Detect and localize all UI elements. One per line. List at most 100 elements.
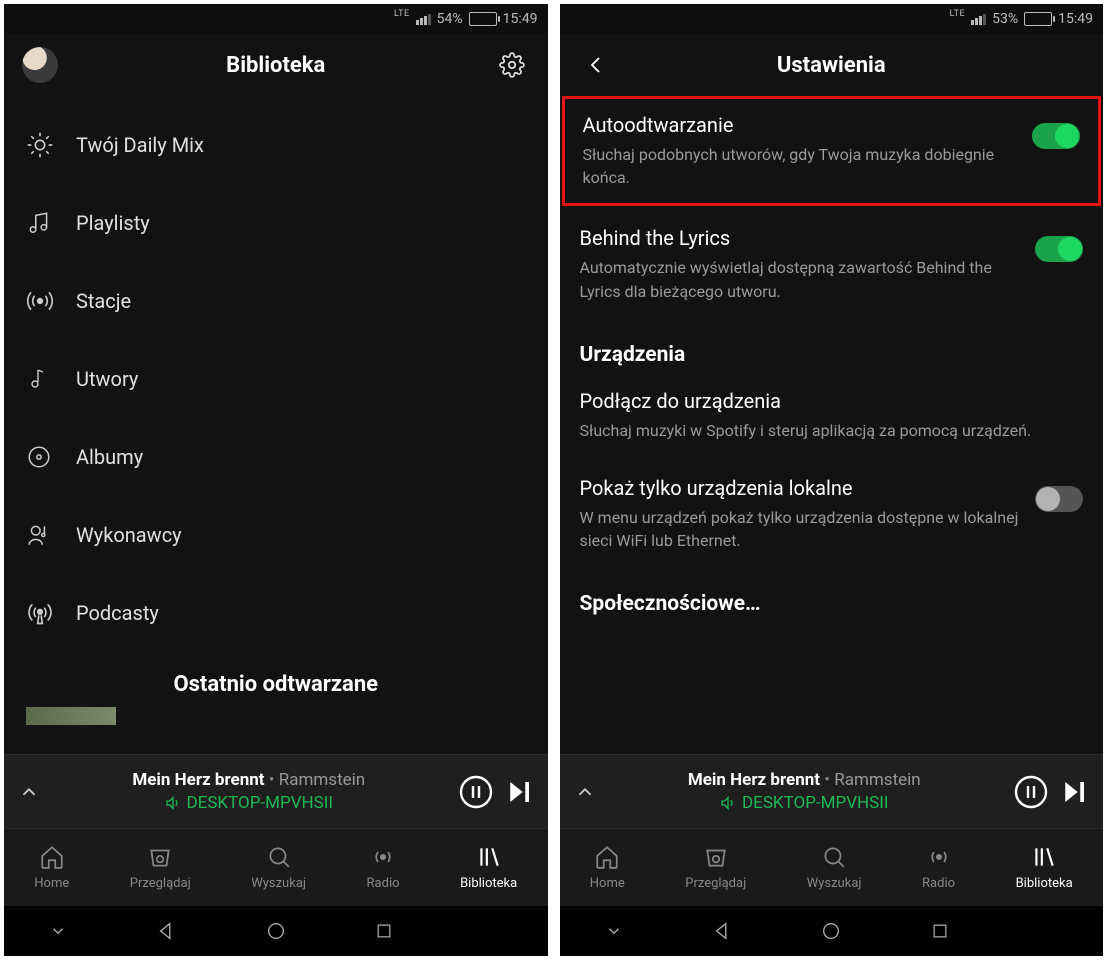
highlight-autoplay: Autoodtwarzanie Słuchaj podobnych utworó…	[562, 96, 1102, 206]
settings-header: Ustawienia	[560, 34, 1104, 96]
nav-label: Przeglądaj	[130, 876, 191, 891]
sys-home-button[interactable]	[251, 920, 301, 942]
nav-browse[interactable]: Przeglądaj	[685, 844, 746, 891]
browse-icon	[703, 844, 729, 870]
sys-recent-button[interactable]	[915, 921, 965, 941]
chevron-left-icon	[584, 53, 608, 77]
nav-label: Radio	[922, 876, 955, 891]
pause-button[interactable]	[1013, 774, 1049, 810]
sys-menu-button[interactable]	[33, 922, 83, 940]
back-button[interactable]	[578, 53, 614, 77]
setting-local-only[interactable]: Pokaż tylko urządzenia lokalne W menu ur…	[580, 460, 1084, 570]
lte-label: LTE	[950, 9, 966, 19]
sys-home-button[interactable]	[806, 920, 856, 942]
status-bar: LTE 54% 15:49	[4, 4, 548, 34]
nav-search[interactable]: Wyszukaj	[807, 844, 862, 891]
library-item-label: Albumy	[76, 445, 143, 469]
library-icon	[1031, 844, 1057, 870]
nav-library[interactable]: Biblioteka	[460, 844, 517, 891]
battery-icon	[1024, 12, 1052, 26]
nav-radio[interactable]: Radio	[922, 844, 955, 891]
now-playing-artist: Rammstein	[279, 770, 365, 790]
now-playing-info: Mein Herz brennt • Rammstein DESKTOP-MPV…	[606, 769, 1004, 815]
setting-connect-device[interactable]: Podłącz do urządzenia Słuchaj muzyki w S…	[580, 373, 1084, 460]
battery-pct: 53%	[992, 11, 1018, 27]
library-item-albums[interactable]: Albumy	[4, 418, 548, 496]
radio-icon	[370, 844, 396, 870]
now-playing-info: Mein Herz brennt • Rammstein DESKTOP-MPV…	[50, 769, 448, 815]
phone-library: LTE 54% 15:49 Biblioteka Twój Daily Mix …	[4, 4, 548, 956]
pause-button[interactable]	[458, 774, 494, 810]
library-item-label: Stacje	[76, 289, 131, 313]
next-track-button[interactable]	[504, 777, 534, 807]
browse-icon	[147, 844, 173, 870]
library-item-podcasts[interactable]: Podcasty	[4, 574, 548, 652]
status-time: 15:49	[1058, 11, 1093, 27]
library-item-daily-mix[interactable]: Twój Daily Mix	[4, 106, 548, 184]
battery-pct: 54%	[437, 11, 463, 27]
sys-back-button[interactable]	[698, 920, 748, 942]
signal-icon	[971, 14, 986, 25]
separator: •	[824, 770, 830, 790]
nav-label: Wyszukaj	[807, 876, 862, 891]
library-item-label: Wykonawcy	[76, 523, 182, 547]
library-item-label: Playlisty	[76, 211, 150, 235]
library-item-songs[interactable]: Utwory	[4, 340, 548, 418]
settings-button[interactable]	[494, 52, 530, 78]
recent-thumbnail[interactable]	[26, 707, 116, 725]
chevron-up-icon[interactable]	[574, 781, 596, 803]
library-item-label: Twój Daily Mix	[76, 133, 204, 157]
setting-title: Autoodtwarzanie	[583, 113, 1023, 137]
nav-browse[interactable]: Przeglądaj	[130, 844, 191, 891]
setting-desc: W menu urządzeń pokaż tylko urządzenia d…	[580, 506, 1026, 552]
next-track-button[interactable]	[1059, 777, 1089, 807]
library-item-stations[interactable]: Stacje	[4, 262, 548, 340]
status-time: 15:49	[503, 11, 538, 27]
nav-search[interactable]: Wyszukaj	[251, 844, 306, 891]
speaker-icon	[165, 795, 181, 811]
toggle-behind-lyrics[interactable]	[1035, 236, 1083, 262]
library-list: Twój Daily Mix Playlisty Stacje Utwory A…	[4, 96, 548, 652]
podcast-icon	[26, 599, 76, 627]
sys-recent-button[interactable]	[359, 921, 409, 941]
settings-list: Autoodtwarzanie Słuchaj podobnych utworó…	[560, 96, 1104, 754]
now-playing-device: DESKTOP-MPVHSII	[742, 792, 888, 815]
now-playing-bar[interactable]: Mein Herz brennt • Rammstein DESKTOP-MPV…	[560, 754, 1104, 828]
lte-label: LTE	[394, 9, 410, 19]
artist-icon	[26, 522, 76, 548]
sys-menu-button[interactable]	[589, 922, 639, 940]
library-item-artists[interactable]: Wykonawcy	[4, 496, 548, 574]
now-playing-song: Mein Herz brennt	[132, 770, 264, 790]
nav-home[interactable]: Home	[590, 844, 625, 891]
signal-icon	[416, 14, 431, 25]
speaker-icon	[720, 795, 736, 811]
library-item-playlists[interactable]: Playlisty	[4, 184, 548, 262]
page-title: Ustawienia	[614, 53, 1050, 78]
sys-back-button[interactable]	[142, 920, 192, 942]
avatar[interactable]	[22, 47, 58, 83]
radio-icon	[926, 844, 952, 870]
home-icon	[594, 844, 620, 870]
setting-behind-lyrics[interactable]: Behind the Lyrics Automatycznie wyświetl…	[580, 210, 1084, 320]
status-bar: LTE 53% 15:49	[560, 4, 1104, 34]
nav-home[interactable]: Home	[34, 844, 69, 891]
nav-label: Przeglądaj	[685, 876, 746, 891]
setting-autoplay[interactable]: Autoodtwarzanie Słuchaj podobnych utworó…	[583, 113, 1081, 189]
library-item-label: Podcasty	[76, 601, 159, 625]
setting-title: Podłącz do urządzenia	[580, 389, 1084, 413]
toggle-autoplay[interactable]	[1032, 123, 1080, 149]
section-social: Społecznościowe…	[580, 570, 1084, 622]
now-playing-bar[interactable]: Mein Herz brennt • Rammstein DESKTOP-MPV…	[4, 754, 548, 828]
disc-icon	[26, 444, 76, 470]
search-icon	[266, 844, 292, 870]
setting-title: Pokaż tylko urządzenia lokalne	[580, 476, 1026, 500]
phone-settings: LTE 53% 15:49 Ustawienia Autoodtwarzanie…	[560, 4, 1104, 956]
nav-library[interactable]: Biblioteka	[1016, 844, 1073, 891]
toggle-local-only[interactable]	[1035, 486, 1083, 512]
nav-radio[interactable]: Radio	[367, 844, 400, 891]
note-icon	[26, 367, 76, 391]
chevron-up-icon[interactable]	[18, 781, 40, 803]
library-header: Biblioteka	[4, 34, 548, 96]
section-devices: Urządzenia	[580, 321, 1084, 373]
bottom-nav: Home Przeglądaj Wyszukaj Radio Bibliotek…	[560, 828, 1104, 906]
